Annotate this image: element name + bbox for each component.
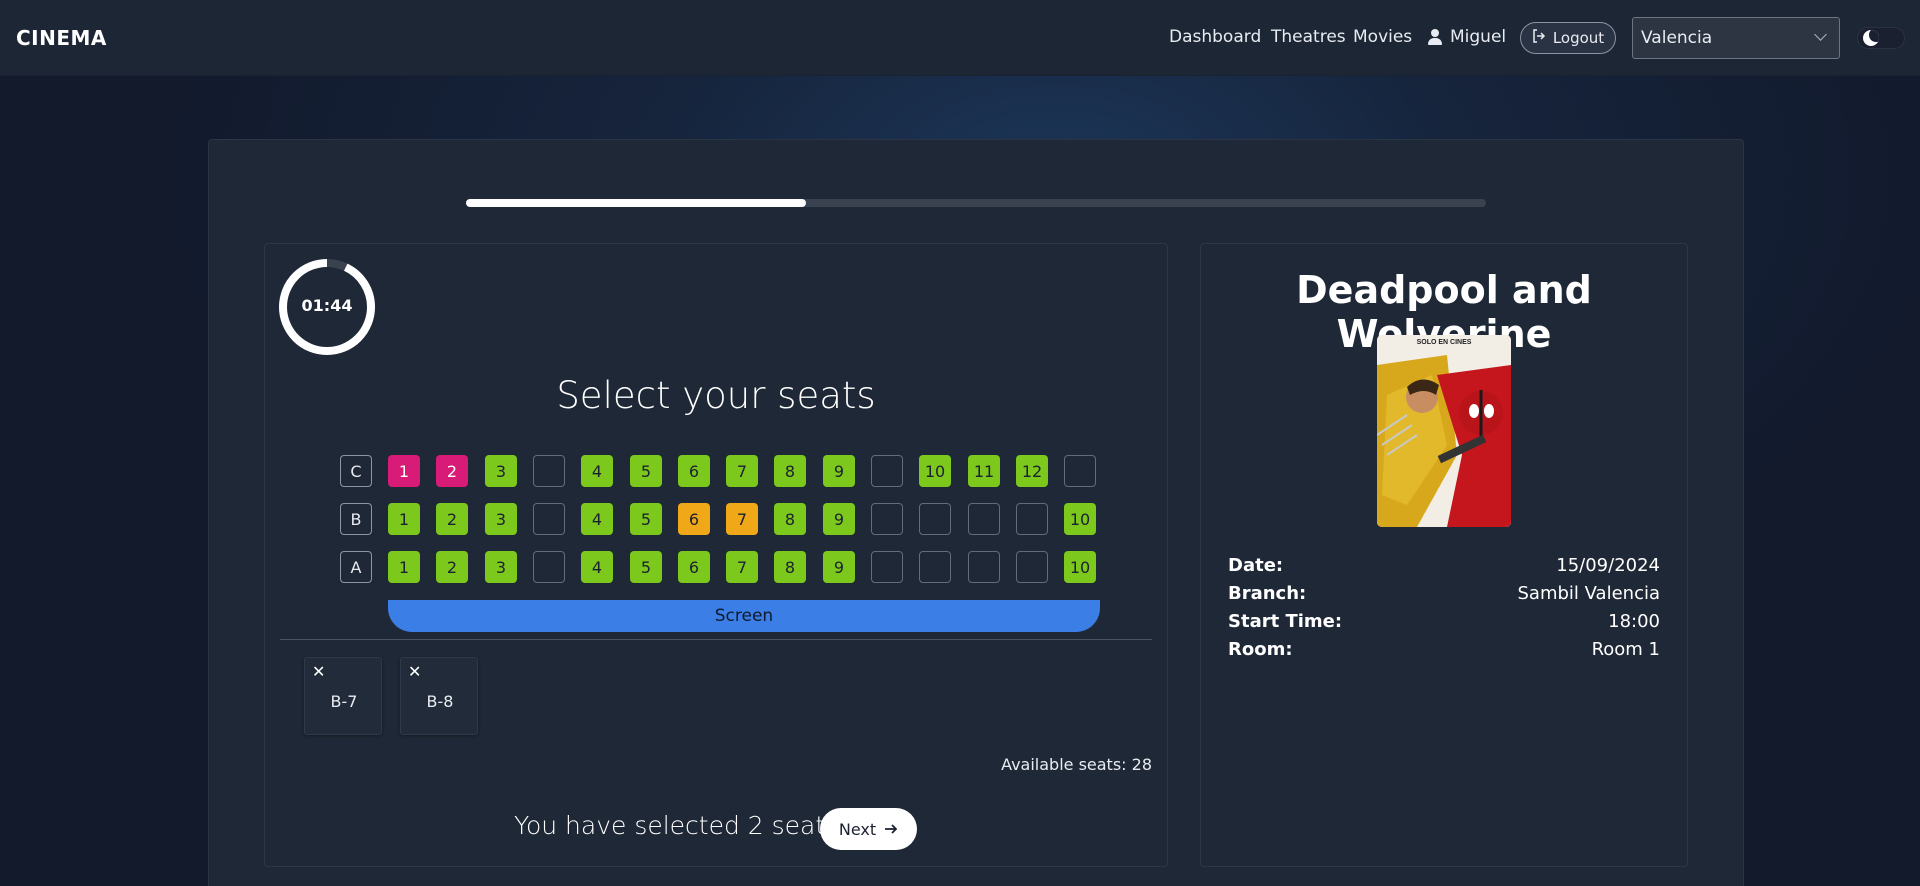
seat-c-1: 1 [388, 455, 420, 487]
next-label: Next [838, 819, 877, 839]
seat-gap [1016, 503, 1048, 535]
seat-a-5[interactable]: 5 [630, 551, 662, 583]
seat-a-6[interactable]: 6 [678, 551, 710, 583]
seat-c-11[interactable]: 11 [968, 455, 1000, 487]
theme-toggle[interactable] [1857, 27, 1905, 49]
seat-gap [919, 551, 951, 583]
info-value: Sambil Valencia [1517, 583, 1661, 604]
seat-a-4[interactable]: 4 [581, 551, 613, 583]
navbar: CINEMA Dashboard Theatres Movies Miguel … [0, 0, 1920, 76]
seat-gap [871, 455, 903, 487]
close-icon[interactable]: ✕ [312, 664, 325, 680]
user-name: Miguel [1450, 27, 1507, 47]
logout-label: Logout [1552, 29, 1605, 47]
seat-gap [871, 503, 903, 535]
seat-c-10[interactable]: 10 [919, 455, 951, 487]
nav-link-theatres[interactable]: Theatres [1271, 27, 1346, 47]
seat-a-9[interactable]: 9 [823, 551, 855, 583]
timer-value: 01:44 [301, 296, 353, 315]
info-value: 15/09/2024 [1556, 555, 1660, 576]
seat-a-7[interactable]: 7 [726, 551, 758, 583]
seat-gap [533, 503, 565, 535]
booking-progress-fill [466, 199, 806, 207]
logout-button[interactable]: Logout [1520, 22, 1616, 54]
seat-b-1[interactable]: 1 [388, 503, 420, 535]
poster-top-text: SOLO EN CINES [1417, 339, 1472, 346]
selected-seats-summary: You have selected 2 seats [514, 811, 839, 840]
divider [280, 639, 1152, 640]
seat-b-6[interactable]: 6 [678, 503, 710, 535]
moon-icon [1863, 30, 1879, 46]
booking-progress-bar [466, 199, 1486, 207]
seat-a-10[interactable]: 10 [1064, 551, 1096, 583]
row-label-b: B [340, 503, 372, 535]
seat-gap [968, 551, 1000, 583]
seat-c-9[interactable]: 9 [823, 455, 855, 487]
selected-seat-chip: ✕ B-8 [400, 657, 478, 735]
next-button[interactable]: Next [820, 808, 917, 850]
info-key: Start Time: [1228, 611, 1343, 632]
seat-c-7[interactable]: 7 [726, 455, 758, 487]
seat-c-8[interactable]: 8 [774, 455, 806, 487]
city-select-value: Valencia [1641, 28, 1713, 48]
city-select[interactable]: Valencia [1632, 17, 1840, 59]
seat-c-3[interactable]: 3 [485, 455, 517, 487]
info-key: Room: [1228, 639, 1293, 660]
info-key: Date: [1228, 555, 1284, 576]
seat-c-6[interactable]: 6 [678, 455, 710, 487]
seat-a-3[interactable]: 3 [485, 551, 517, 583]
chevron-down-icon [1814, 28, 1827, 41]
poster-bottom-text: DEADPOOL [1465, 510, 1505, 517]
seat-a-2[interactable]: 2 [436, 551, 468, 583]
info-value: Room 1 [1591, 639, 1660, 660]
seat-b-10[interactable]: 10 [1064, 503, 1096, 535]
seat-b-2[interactable]: 2 [436, 503, 468, 535]
close-icon[interactable]: ✕ [408, 664, 421, 680]
info-key: Branch: [1228, 583, 1307, 604]
nav-link-movies[interactable]: Movies [1353, 27, 1412, 47]
seat-gap [533, 455, 565, 487]
seat-c-5[interactable]: 5 [630, 455, 662, 487]
seat-gap [1016, 551, 1048, 583]
selected-seat-chip: ✕ B-7 [304, 657, 382, 735]
info-value: 18:00 [1608, 611, 1660, 632]
seat-gap [1064, 455, 1096, 487]
countdown-timer: 01:44 [278, 258, 376, 356]
seat-c-2: 2 [436, 455, 468, 487]
row-label-c: C [340, 455, 372, 487]
seat-a-8[interactable]: 8 [774, 551, 806, 583]
brand-logo[interactable]: CINEMA [16, 26, 107, 50]
seat-a-1[interactable]: 1 [388, 551, 420, 583]
seat-b-8[interactable]: 8 [774, 503, 806, 535]
user-menu[interactable]: Miguel [1428, 27, 1506, 47]
movie-poster: SOLO EN CINES DEADPOOL [1377, 335, 1511, 527]
user-icon [1428, 29, 1442, 45]
seat-b-7[interactable]: 7 [726, 503, 758, 535]
seat-gap [968, 503, 1000, 535]
logout-icon [1532, 29, 1546, 47]
selected-seat-label: B-7 [330, 692, 358, 711]
seat-b-5[interactable]: 5 [630, 503, 662, 535]
row-label-a: A [340, 551, 372, 583]
screen-indicator: Screen [388, 600, 1100, 632]
nav-link-dashboard[interactable]: Dashboard [1169, 27, 1261, 47]
page-title: Select your seats [556, 374, 876, 417]
seat-b-9[interactable]: 9 [823, 503, 855, 535]
seat-gap [871, 551, 903, 583]
selected-seat-label: B-8 [426, 692, 454, 711]
seat-c-12[interactable]: 12 [1016, 455, 1048, 487]
seat-b-4[interactable]: 4 [581, 503, 613, 535]
seat-c-4[interactable]: 4 [581, 455, 613, 487]
available-seats-count: Available seats: 28 [1001, 755, 1152, 774]
seat-gap [919, 503, 951, 535]
seat-b-3[interactable]: 3 [485, 503, 517, 535]
seat-gap [533, 551, 565, 583]
arrow-right-icon [884, 820, 898, 839]
